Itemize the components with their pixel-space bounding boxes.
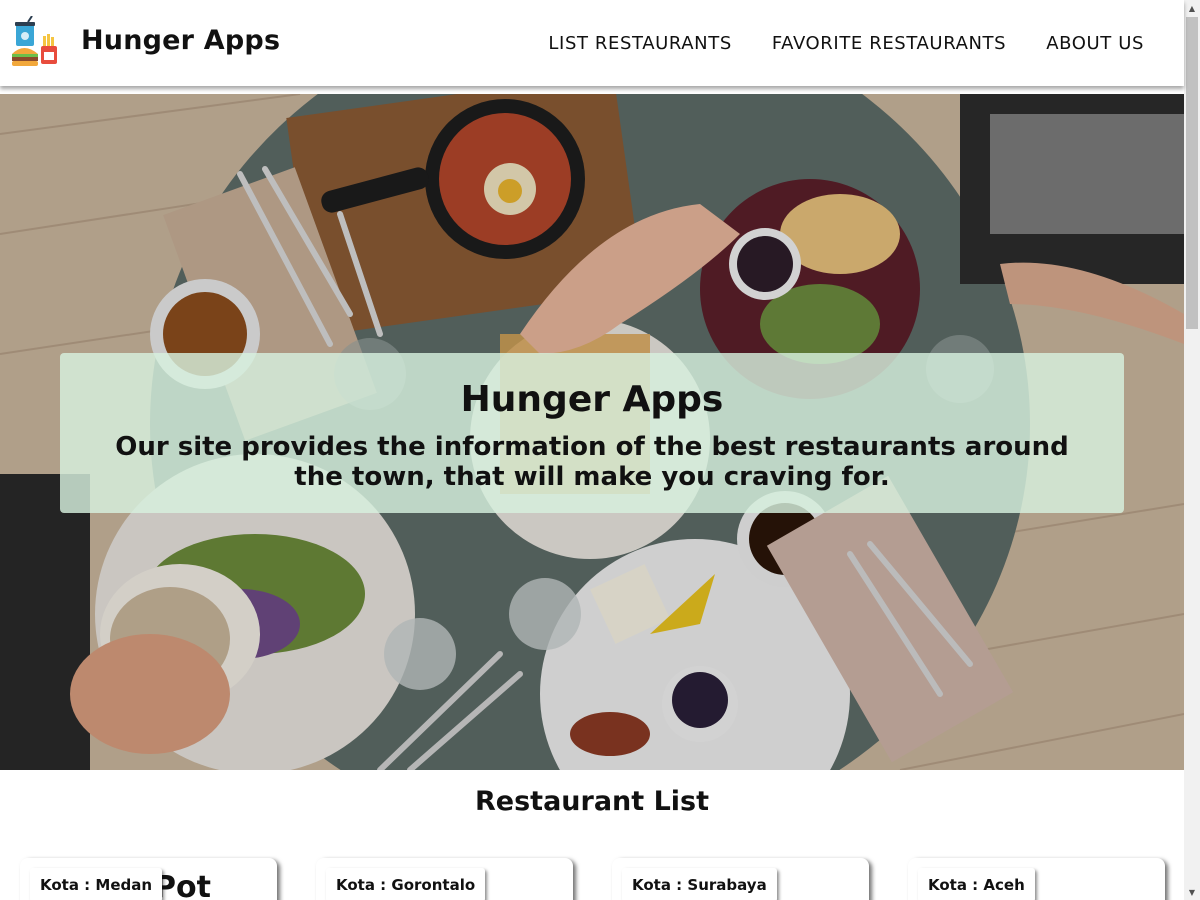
- nav-favorite-restaurants[interactable]: FAVORITE RESTAURANTS: [772, 33, 1006, 54]
- city-badge: Kota : Aceh: [918, 868, 1035, 900]
- main-nav: LIST RESTAURANTS FAVORITE RESTAURANTS AB…: [548, 0, 1184, 86]
- hero-title: Hunger Apps: [460, 379, 724, 420]
- restaurant-name[interactable]: Pot: [154, 870, 211, 900]
- hero-section: Hunger Apps Our site provides the inform…: [0, 94, 1184, 770]
- arrow-up-icon[interactable]: ▲: [1184, 0, 1200, 16]
- site-header: Hunger Apps LIST RESTAURANTS FAVORITE RE…: [0, 0, 1184, 86]
- fast-food-icon[interactable]: [10, 15, 62, 68]
- nav-list-restaurants[interactable]: LIST RESTAURANTS: [548, 33, 731, 54]
- restaurant-list: Kota : Medan Pot Kota : Gorontalo Kota :…: [20, 858, 1166, 900]
- scrollbar-thumb[interactable]: [1186, 17, 1198, 329]
- city-badge: Kota : Gorontalo: [326, 868, 486, 900]
- nav-about-us[interactable]: ABOUT US: [1046, 33, 1144, 54]
- city-badge: Kota : Surabaya: [622, 868, 777, 900]
- hero-description: Our site provides the information of the…: [115, 432, 1069, 492]
- restaurant-card[interactable]: Kota : Medan Pot: [20, 858, 277, 900]
- brand-title[interactable]: Hunger Apps: [81, 25, 280, 56]
- hero-overlay: Hunger Apps Our site provides the inform…: [60, 353, 1124, 513]
- restaurant-card[interactable]: Kota : Gorontalo: [316, 858, 573, 900]
- arrow-down-icon[interactable]: ▼: [1184, 884, 1200, 900]
- vertical-scrollbar[interactable]: ▲ ▼: [1184, 0, 1200, 900]
- restaurant-card[interactable]: Kota : Surabaya r: [612, 858, 869, 900]
- city-badge: Kota : Medan: [30, 868, 163, 900]
- section-title: Restaurant List: [474, 786, 710, 817]
- restaurant-card[interactable]: Kota : Aceh: [908, 858, 1165, 900]
